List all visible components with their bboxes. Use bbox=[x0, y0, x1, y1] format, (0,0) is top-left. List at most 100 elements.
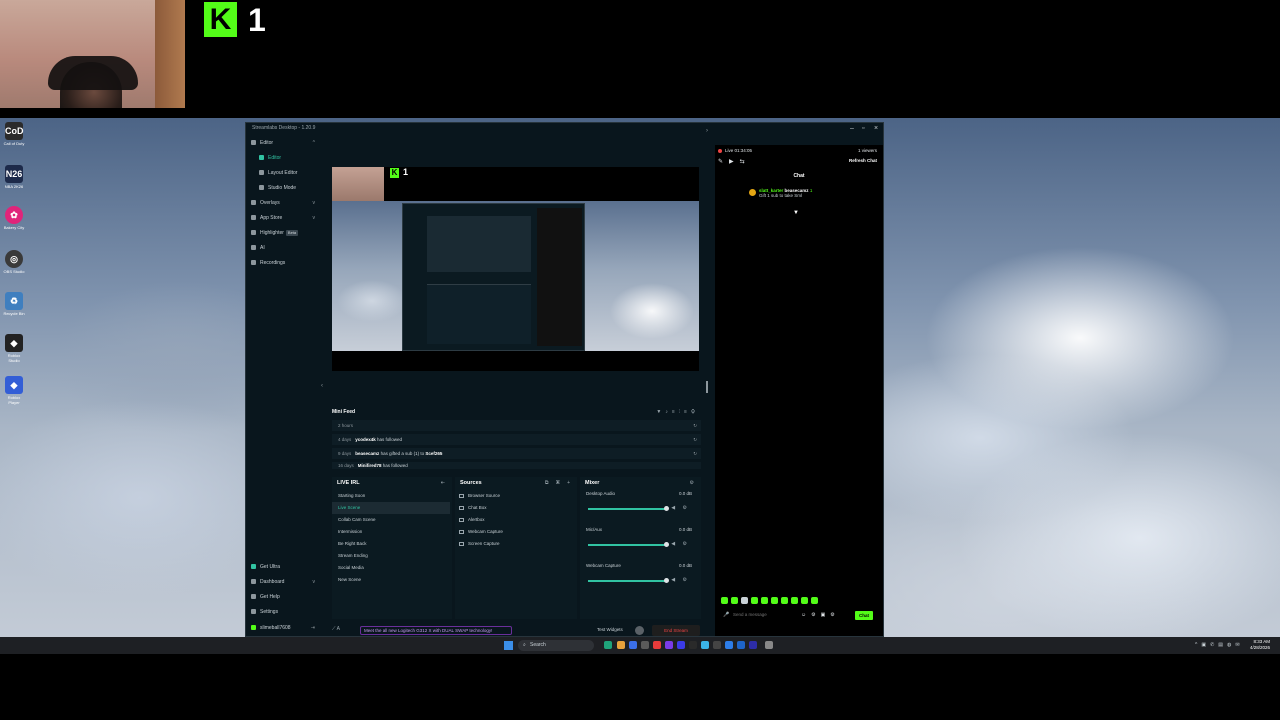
nav-dashboard[interactable]: Dashboard v bbox=[251, 577, 319, 588]
source-item[interactable]: Screen Capture bbox=[459, 538, 569, 550]
emote-icon[interactable] bbox=[751, 597, 758, 604]
scene-item[interactable]: Intermission bbox=[332, 526, 450, 538]
mute-settings-icons[interactable]: ◀ ⚙ bbox=[671, 541, 690, 547]
system-tray-icons[interactable]: ^▣✆▤◍✉ bbox=[1195, 642, 1244, 648]
end-stream-button[interactable]: End Stream bbox=[652, 625, 700, 636]
desktop-icon-recycle-bin[interactable]: ♻ Recycle Bin bbox=[3, 292, 25, 316]
resize-handle[interactable] bbox=[706, 381, 708, 393]
scene-item[interactable]: Starting Soon bbox=[332, 490, 450, 502]
source-item[interactable]: Alertbox bbox=[459, 514, 569, 526]
nav-get-ultra[interactable]: Get Ultra bbox=[251, 562, 319, 573]
microphone-icon[interactable]: 🎤 bbox=[723, 612, 729, 618]
scene-item[interactable]: Social Media bbox=[332, 562, 450, 574]
volume-slider[interactable] bbox=[588, 544, 668, 546]
volume-knob[interactable] bbox=[664, 506, 669, 511]
scene-item[interactable]: New Scene bbox=[332, 574, 450, 586]
desktop-icon-roblox-player[interactable]: ◆ Roblox Player bbox=[3, 376, 25, 405]
mixer-settings-icon[interactable]: ⚙ bbox=[690, 480, 697, 486]
nav-editor[interactable]: Editor ^ bbox=[251, 138, 319, 149]
close-icon[interactable]: × bbox=[874, 124, 878, 133]
scene-item-active[interactable]: Live Scene bbox=[332, 502, 450, 514]
desktop-icon-roblox-studio[interactable]: ◆ Roblox Studio bbox=[3, 334, 25, 363]
scene-item[interactable]: Collab Cam Scene bbox=[332, 514, 450, 526]
emote-icon[interactable] bbox=[781, 597, 788, 604]
app-icon[interactable] bbox=[689, 641, 697, 649]
source-item[interactable]: Browser Source bbox=[459, 490, 569, 502]
scene-item[interactable]: Be Right Back bbox=[332, 538, 450, 550]
app-icon[interactable] bbox=[641, 641, 649, 649]
discord-icon[interactable] bbox=[677, 641, 685, 649]
app-icon[interactable] bbox=[653, 641, 661, 649]
collapse-chat-icon[interactable]: › bbox=[706, 128, 708, 134]
app-icon[interactable] bbox=[725, 641, 733, 649]
mute-settings-icons[interactable]: ◀ ⚙ bbox=[671, 577, 690, 583]
volume-knob[interactable] bbox=[664, 578, 669, 583]
nav-studio-mode[interactable]: Studio Mode bbox=[259, 183, 319, 194]
emote-icon[interactable] bbox=[771, 597, 778, 604]
window-titlebar[interactable]: Streamlabs Desktop - 1.20.9 – ▫ × bbox=[246, 123, 883, 134]
emote-icon[interactable] bbox=[741, 597, 748, 604]
scenes-title[interactable]: LIVE IRL bbox=[337, 480, 360, 486]
refresh-chat-button[interactable]: Refresh Chat bbox=[849, 158, 877, 163]
chat-tool-icons[interactable]: ✎▶⇆ bbox=[718, 158, 751, 165]
minimize-icon[interactable]: – bbox=[850, 124, 854, 133]
nav-overlays[interactable]: Overlays v bbox=[251, 198, 319, 209]
studio-mode-toggle-icon[interactable]: ⟋ A bbox=[332, 626, 340, 632]
emote-icon[interactable] bbox=[721, 597, 728, 604]
collapse-nav-icon[interactable]: ‹ bbox=[321, 383, 323, 389]
volume-slider[interactable] bbox=[588, 580, 668, 582]
desktop-icon-obs[interactable]: ◎ OBS Studio bbox=[3, 250, 25, 274]
stream-preview[interactable]: K 1 bbox=[332, 167, 699, 371]
refresh-icon[interactable]: ↻ bbox=[693, 420, 697, 432]
app-icon[interactable] bbox=[737, 641, 745, 649]
chrome-icon[interactable] bbox=[701, 641, 709, 649]
desktop-icon-nba2k26[interactable]: N26 NBA 2K26 bbox=[3, 165, 25, 189]
mute-settings-icons[interactable]: ◀ ⚙ bbox=[671, 505, 690, 511]
nav-app-store[interactable]: App Store v bbox=[251, 213, 319, 224]
nav-ai[interactable]: AI bbox=[251, 243, 319, 254]
nav-recordings[interactable]: Recordings bbox=[251, 258, 319, 269]
taskbar-search[interactable]: Search bbox=[518, 640, 594, 651]
emote-icon[interactable] bbox=[761, 597, 768, 604]
nav-settings[interactable]: Settings bbox=[251, 607, 319, 618]
file-explorer-icon[interactable] bbox=[617, 641, 625, 649]
nav-highlighter[interactable]: Highlighter Beta bbox=[251, 228, 319, 239]
desktop-icon-call-of-duty[interactable]: CoD Call of Duty bbox=[3, 122, 25, 146]
streamlabs-taskbar-icon[interactable] bbox=[604, 641, 612, 649]
maximize-icon[interactable]: ▫ bbox=[862, 124, 864, 133]
source-item[interactable]: Chat Box bbox=[459, 502, 569, 514]
windows-start-icon[interactable] bbox=[504, 641, 513, 650]
app-icon[interactable] bbox=[749, 641, 757, 649]
nav-get-help[interactable]: Get Help bbox=[251, 592, 319, 603]
beta-badge: Beta bbox=[285, 230, 299, 236]
volume-knob[interactable] bbox=[664, 542, 669, 547]
chat-message-input[interactable] bbox=[733, 610, 803, 620]
emote-icon[interactable] bbox=[791, 597, 798, 604]
record-button[interactable] bbox=[635, 626, 644, 635]
emote-icon[interactable] bbox=[731, 597, 738, 604]
app-icon[interactable] bbox=[765, 641, 773, 649]
test-widgets-button[interactable]: Test Widgets bbox=[597, 627, 623, 632]
taskbar-clock[interactable]: 8:33 AM 4/28/2026 bbox=[1250, 639, 1270, 651]
emote-icon[interactable] bbox=[801, 597, 808, 604]
nav-user[interactable]: slimeball7608 ⇥ bbox=[251, 623, 319, 634]
app-icon[interactable] bbox=[713, 641, 721, 649]
chat-send-button[interactable]: Chat bbox=[855, 611, 873, 620]
scroll-down-icon[interactable]: ▼ bbox=[793, 210, 799, 216]
chat-action-icons[interactable]: ☺⚙▣⚙ bbox=[801, 612, 840, 618]
refresh-icon[interactable]: ↻ bbox=[693, 448, 697, 460]
nav-editor-sub[interactable]: Editor bbox=[259, 153, 319, 164]
emote-icon[interactable] bbox=[811, 597, 818, 604]
source-item[interactable]: Webcam Capture bbox=[459, 526, 569, 538]
refresh-icon[interactable]: ↻ bbox=[693, 434, 697, 446]
nav-layout-editor[interactable]: Layout Editor bbox=[259, 168, 319, 179]
scene-item[interactable]: Stream Ending bbox=[332, 550, 450, 562]
edge-icon[interactable] bbox=[629, 641, 637, 649]
sources-toolbar-icons[interactable]: ⧉ ▣ + bbox=[545, 480, 573, 486]
mini-feed-filter-icons[interactable]: ▼♪≡⫶≡⚙ bbox=[656, 409, 699, 415]
volume-slider[interactable] bbox=[588, 508, 668, 510]
promo-banner[interactable]: Meet the all new Logitech G312 X with DU… bbox=[360, 626, 512, 635]
app-icon[interactable] bbox=[665, 641, 673, 649]
desktop-icon-bakery-city[interactable]: ✿ Bakery City bbox=[3, 206, 25, 230]
scenes-toolbar-icons[interactable]: ⇤ bbox=[441, 480, 448, 486]
